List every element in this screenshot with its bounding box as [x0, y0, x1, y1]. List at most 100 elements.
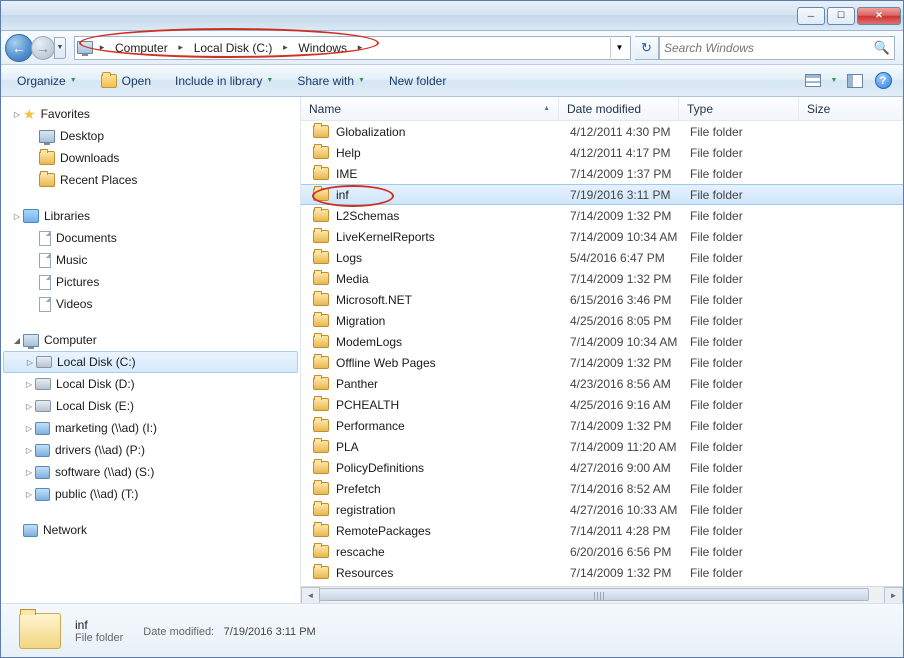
network-group[interactable]: Network	[3, 519, 298, 541]
sidebar-item-desktop[interactable]: Desktop	[3, 125, 298, 147]
view-options-button[interactable]	[801, 70, 825, 92]
file-date: 7/14/2009 1:32 PM	[570, 419, 690, 433]
breadcrumb-dropdown[interactable]: ▼	[610, 38, 628, 58]
search-box[interactable]: 🔍	[659, 36, 895, 60]
file-row[interactable]: Prefetch7/14/2016 8:52 AMFile folder	[301, 478, 903, 499]
file-row[interactable]: rescache6/20/2016 6:56 PMFile folder	[301, 541, 903, 562]
horizontal-scrollbar[interactable]	[301, 586, 903, 603]
new-folder-button[interactable]: New folder	[381, 70, 454, 92]
folder-icon	[313, 398, 329, 411]
back-button[interactable]: ←	[5, 34, 33, 62]
folder-icon	[313, 272, 329, 285]
file-row[interactable]: PCHEALTH4/25/2016 9:16 AMFile folder	[301, 394, 903, 415]
file-type: File folder	[690, 272, 810, 286]
folder-icon	[313, 545, 329, 558]
file-row[interactable]: Microsoft.NET6/15/2016 3:46 PMFile folde…	[301, 289, 903, 310]
file-name: RemotePackages	[336, 524, 570, 538]
folder-icon	[313, 356, 329, 369]
file-name: Globalization	[336, 125, 570, 139]
breadcrumb-computer[interactable]: Computer▸	[109, 37, 188, 59]
navigation-pane[interactable]: ▷★Favorites Desktop Downloads Recent Pla…	[1, 97, 301, 603]
file-row[interactable]: RemotePackages7/14/2011 4:28 PMFile fold…	[301, 520, 903, 541]
refresh-button[interactable]: ↻	[635, 36, 659, 60]
file-row[interactable]: L2Schemas7/14/2009 1:32 PMFile folder	[301, 205, 903, 226]
file-row[interactable]: inf7/19/2016 3:11 PMFile folder	[301, 184, 903, 205]
file-row[interactable]: PLA7/14/2009 11:20 AMFile folder	[301, 436, 903, 457]
include-in-library-menu[interactable]: Include in library▼	[167, 70, 281, 92]
share-with-menu[interactable]: Share with▼	[289, 70, 373, 92]
file-row[interactable]: ModemLogs7/14/2009 10:34 AMFile folder	[301, 331, 903, 352]
file-name: PLA	[336, 440, 570, 454]
file-row[interactable]: Globalization4/12/2011 4:30 PMFile folde…	[301, 121, 903, 142]
sidebar-item-local-disk-d[interactable]: ▷Local Disk (D:)	[3, 373, 298, 395]
column-type[interactable]: Type	[679, 97, 799, 120]
network-drive-icon	[35, 444, 50, 457]
search-icon[interactable]: 🔍	[874, 40, 890, 56]
chevron-right-icon[interactable]: ▸	[353, 42, 367, 53]
file-date: 4/12/2011 4:30 PM	[570, 125, 690, 139]
help-button[interactable]: ?	[871, 70, 895, 92]
sidebar-item-local-disk-e[interactable]: ▷Local Disk (E:)	[3, 395, 298, 417]
search-input[interactable]	[664, 41, 874, 55]
sidebar-item-marketing[interactable]: ▷marketing (\\ad) (I:)	[3, 417, 298, 439]
file-name: PolicyDefinitions	[336, 461, 570, 475]
sidebar-item-local-disk-c[interactable]: ▷Local Disk (C:)	[3, 351, 298, 373]
breadcrumb[interactable]: ▸ Computer▸ Local Disk (C:)▸ Windows▸ ▼	[74, 36, 631, 60]
history-dropdown[interactable]: ▼	[54, 37, 66, 59]
chevron-right-icon[interactable]: ▸	[278, 42, 292, 53]
open-button[interactable]: Open	[93, 70, 159, 92]
file-row[interactable]: Panther4/23/2016 8:56 AMFile folder	[301, 373, 903, 394]
maximize-button[interactable]: ☐	[827, 7, 855, 25]
folder-icon	[313, 377, 329, 390]
forward-button[interactable]: →	[31, 36, 55, 60]
file-row[interactable]: Help4/12/2011 4:17 PMFile folder	[301, 142, 903, 163]
sidebar-item-videos[interactable]: Videos	[3, 293, 298, 315]
file-row[interactable]: Logs5/4/2016 6:47 PMFile folder	[301, 247, 903, 268]
file-row[interactable]: Media7/14/2009 1:32 PMFile folder	[301, 268, 903, 289]
file-date: 4/27/2016 10:33 AM	[570, 503, 690, 517]
sidebar-item-software[interactable]: ▷software (\\ad) (S:)	[3, 461, 298, 483]
close-button[interactable]: ✕	[857, 7, 901, 25]
file-type: File folder	[690, 167, 810, 181]
column-date[interactable]: Date modified	[559, 97, 679, 120]
details-pane: inf File folder Date modified: 7/19/2016…	[1, 603, 903, 657]
file-row[interactable]: Migration4/25/2016 8:05 PMFile folder	[301, 310, 903, 331]
sidebar-item-drivers[interactable]: ▷drivers (\\ad) (P:)	[3, 439, 298, 461]
file-date: 4/25/2016 9:16 AM	[570, 398, 690, 412]
preview-pane-button[interactable]	[843, 70, 867, 92]
file-date: 7/14/2009 1:32 PM	[570, 356, 690, 370]
breadcrumb-windows[interactable]: Windows▸	[292, 37, 367, 59]
file-date: 7/14/2009 1:32 PM	[570, 272, 690, 286]
chevron-right-icon[interactable]: ▸	[174, 42, 188, 53]
titlebar[interactable]: ─ ☐ ✕	[1, 1, 903, 31]
breadcrumb-localdisk-c[interactable]: Local Disk (C:)▸	[188, 37, 293, 59]
sidebar-item-downloads[interactable]: Downloads	[3, 147, 298, 169]
organize-menu[interactable]: Organize▼	[9, 70, 85, 92]
file-name: Offline Web Pages	[336, 356, 570, 370]
column-size[interactable]: Size	[799, 97, 903, 120]
file-type: File folder	[690, 503, 810, 517]
computer-group[interactable]: ◢Computer	[3, 329, 298, 351]
sidebar-item-music[interactable]: Music	[3, 249, 298, 271]
file-row[interactable]: Performance7/14/2009 1:32 PMFile folder	[301, 415, 903, 436]
file-row[interactable]: registration4/27/2016 10:33 AMFile folde…	[301, 499, 903, 520]
favorites-group[interactable]: ▷★Favorites	[3, 103, 298, 125]
file-row[interactable]: LiveKernelReports7/14/2009 10:34 AMFile …	[301, 226, 903, 247]
file-row[interactable]: Resources7/14/2009 1:32 PMFile folder	[301, 562, 903, 583]
sidebar-item-public[interactable]: ▷public (\\ad) (T:)	[3, 483, 298, 505]
sidebar-item-recent[interactable]: Recent Places	[3, 169, 298, 191]
libraries-group[interactable]: ▷Libraries	[3, 205, 298, 227]
chevron-right-icon[interactable]: ▸	[95, 42, 109, 53]
file-name: L2Schemas	[336, 209, 570, 223]
file-row[interactable]: Offline Web Pages7/14/2009 1:32 PMFile f…	[301, 352, 903, 373]
sidebar-item-pictures[interactable]: Pictures	[3, 271, 298, 293]
view-options-dropdown[interactable]: ▼	[829, 77, 839, 84]
sidebar-item-documents[interactable]: Documents	[3, 227, 298, 249]
file-type: File folder	[690, 230, 810, 244]
details-date-value: 7/19/2016 3:11 PM	[224, 626, 316, 638]
file-rows[interactable]: Globalization4/12/2011 4:30 PM File folde…	[301, 121, 903, 586]
file-row[interactable]: IME7/14/2009 1:37 PMFile folder	[301, 163, 903, 184]
column-name[interactable]: Name▲	[301, 97, 559, 120]
file-row[interactable]: PolicyDefinitions4/27/2016 9:00 AMFile f…	[301, 457, 903, 478]
minimize-button[interactable]: ─	[797, 7, 825, 25]
